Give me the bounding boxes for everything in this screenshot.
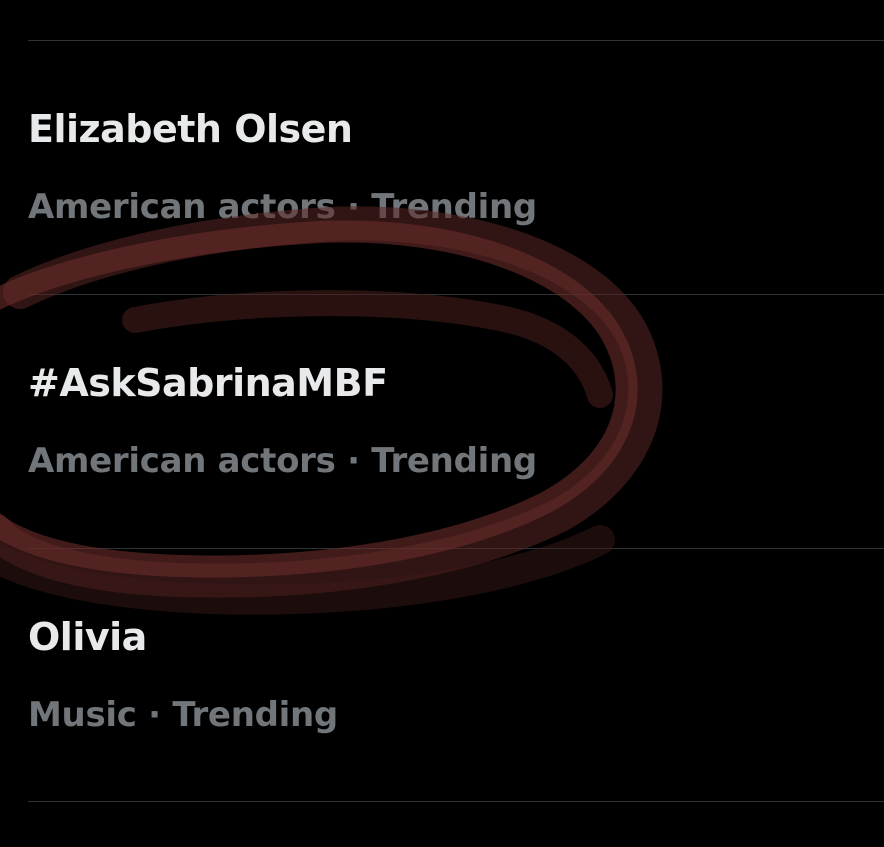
trend-meta: American actors · Trending <box>28 187 537 227</box>
trend-item-elizabeth-olsen[interactable]: Elizabeth Olsen American actors · Trendi… <box>0 41 884 295</box>
trend-title: Elizabeth Olsen <box>28 107 353 151</box>
trend-title: #AskSabrinaMBF <box>28 361 388 405</box>
trend-category: American actors <box>28 441 336 481</box>
trend-item-asksabrinambf[interactable]: #AskSabrinaMBF American actors · Trendin… <box>0 295 884 549</box>
trend-category: Music <box>28 695 137 735</box>
trend-item-olivia[interactable]: Olivia Music · Trending <box>0 549 884 803</box>
trend-status: Trending <box>371 187 537 227</box>
trend-status: Trending <box>172 695 338 735</box>
meta-separator: · <box>347 187 360 227</box>
trend-meta: American actors · Trending <box>28 441 537 481</box>
trend-category: American actors <box>28 187 336 227</box>
bottom-divider <box>28 801 884 802</box>
trend-status: Trending <box>371 441 537 481</box>
trend-meta: Music · Trending <box>28 695 338 735</box>
meta-separator: · <box>148 695 161 735</box>
trend-title: Olivia <box>28 615 147 659</box>
meta-separator: · <box>347 441 360 481</box>
